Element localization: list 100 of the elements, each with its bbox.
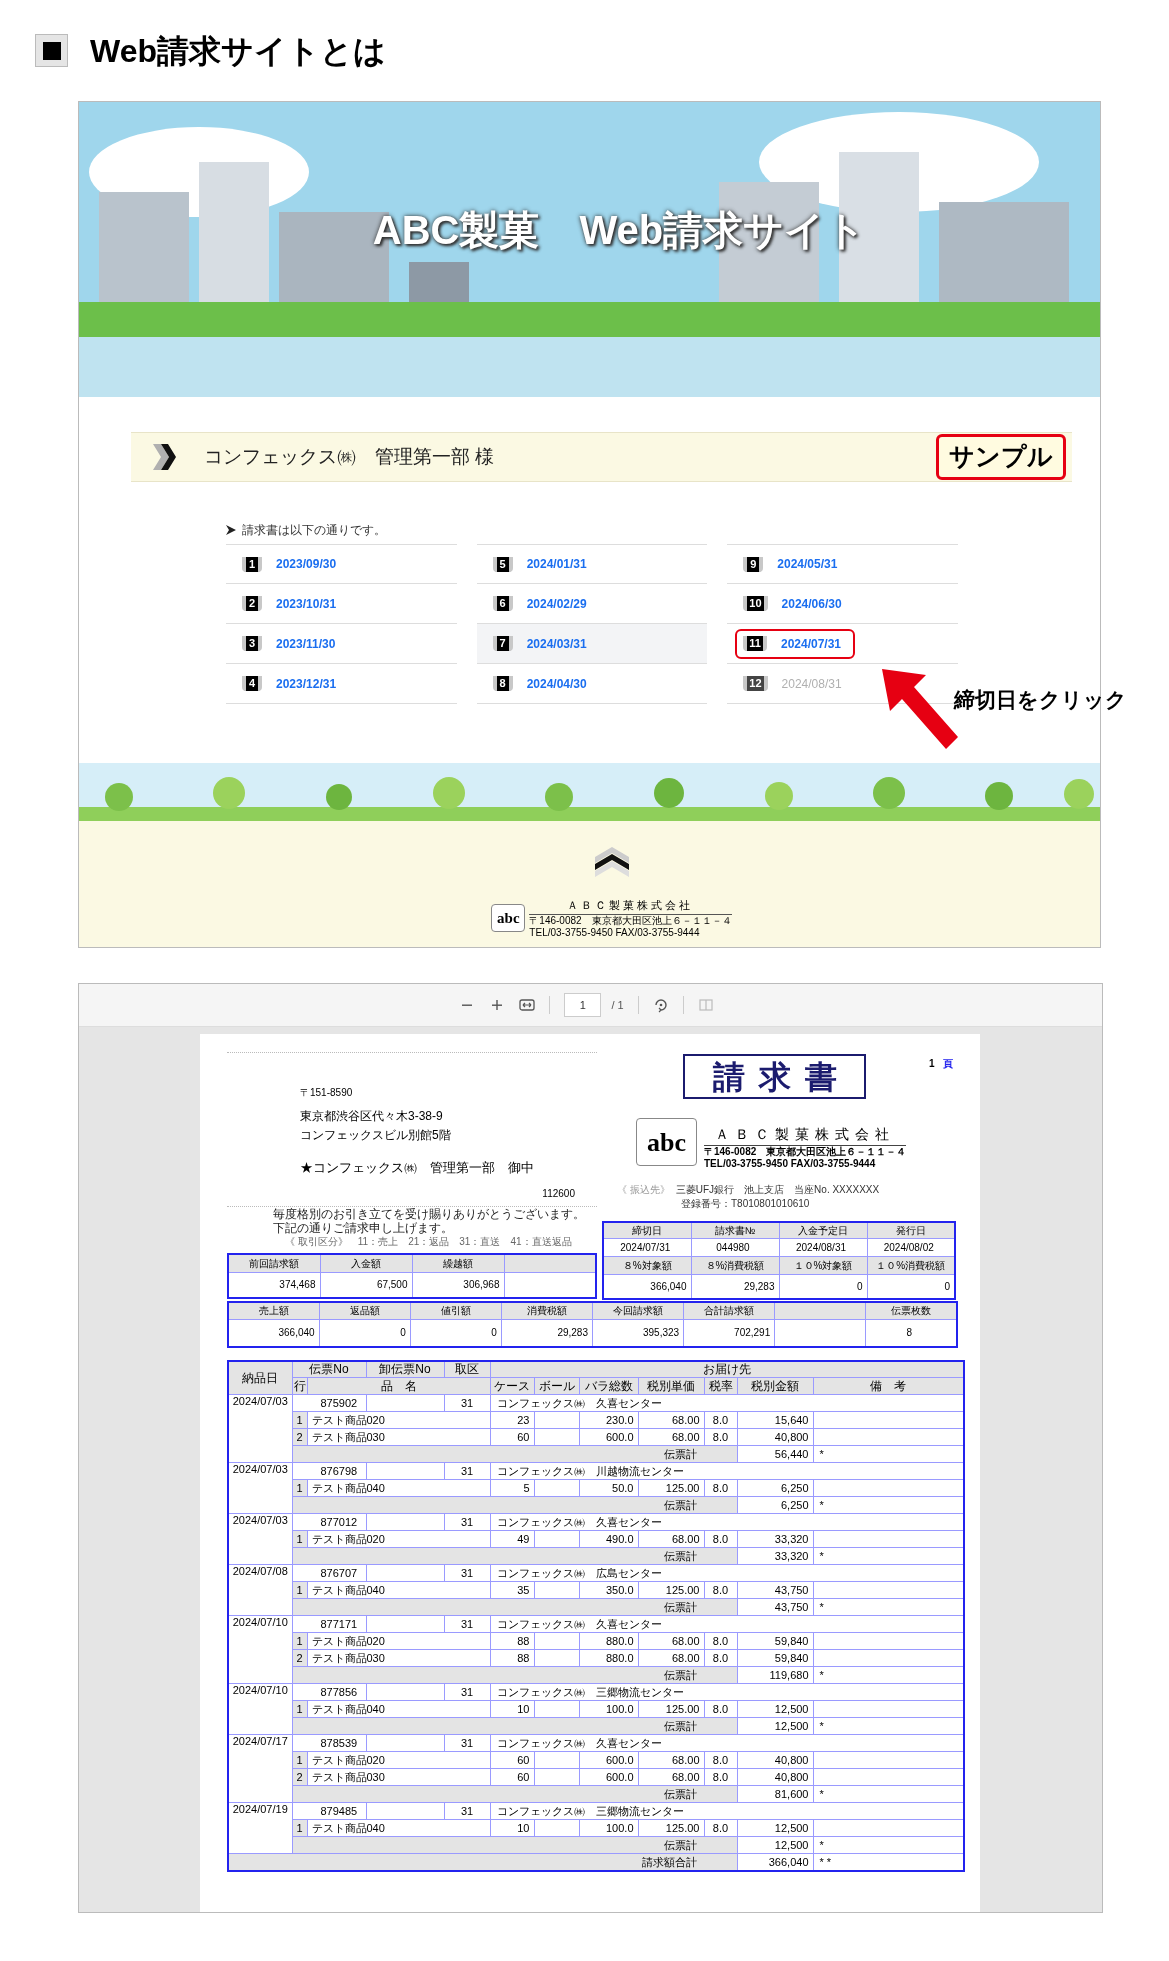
column-header: 前回請求額	[228, 1254, 320, 1272]
column-header: 請求書№	[691, 1222, 779, 1239]
table-cell: 2024/07/03	[228, 1394, 292, 1463]
invoice-date-link[interactable]: 2024/04/30	[526, 674, 587, 693]
table-cell: 12,500	[737, 1836, 813, 1854]
table-cell: テスト商品030	[307, 1649, 490, 1667]
column-header: 取区	[444, 1360, 490, 1378]
table-cell: 877012	[292, 1513, 366, 1531]
table-cell: 2024/07/03	[228, 1513, 292, 1565]
chevron-up-icon[interactable]	[594, 847, 629, 877]
invoice-date-link[interactable]: 2023/10/31	[276, 594, 337, 613]
column-header: 納品日	[228, 1360, 292, 1395]
table-cell: 33,320	[737, 1530, 813, 1548]
table-cell: 68.00	[638, 1768, 704, 1786]
address-line: 東京都渋谷区代々木3-38-9	[300, 1108, 444, 1124]
annotation-text: 締切日をクリック	[954, 687, 1127, 713]
column-header: 返品額	[319, 1301, 411, 1320]
table-cell: 88	[490, 1632, 534, 1650]
table-cell: 2024/07/03	[228, 1462, 292, 1514]
table-cell: 5	[490, 1479, 534, 1497]
chevron-icon	[151, 442, 179, 472]
table-cell: 60	[490, 1428, 534, 1446]
table-cell: 8.0	[704, 1751, 737, 1769]
invoice-date-link[interactable]: 2024/01/31	[526, 555, 587, 573]
recipient-name: ★コンフェックス㈱ 管理第一部 御中	[300, 1159, 535, 1176]
table-cell: 876707	[292, 1564, 366, 1582]
table-cell: 15,640	[737, 1411, 813, 1429]
table-cell: 40,800	[737, 1751, 813, 1769]
invoice-date-link[interactable]: 2024/06/30	[781, 594, 842, 613]
table-cell: 31	[444, 1394, 490, 1412]
table-cell: 68.00	[638, 1649, 704, 1667]
square-icon	[35, 34, 68, 67]
company-logo: abc	[636, 1118, 697, 1166]
table-cell: 2024/07/10	[228, 1615, 292, 1684]
table-cell: 875902	[292, 1394, 366, 1412]
table-cell: テスト商品040	[307, 1581, 490, 1599]
number-badge: 9	[743, 556, 764, 572]
number-badge: 10	[743, 596, 768, 611]
table-cell: 125.00	[638, 1479, 704, 1497]
intro-text: 請求書は以下の通りです。	[242, 522, 386, 539]
table-cell: 044980	[691, 1238, 779, 1257]
invoice-title: 請求書	[683, 1054, 866, 1099]
column-header: 売上額	[228, 1301, 320, 1320]
table-cell: 88	[490, 1649, 534, 1667]
table-cell: 350.0	[579, 1581, 638, 1599]
table-cell: 40,800	[737, 1768, 813, 1786]
table-cell: 600.0	[579, 1768, 638, 1786]
table-cell: 6,250	[737, 1479, 813, 1497]
table-cell: 8.0	[704, 1428, 737, 1446]
column-header: 今回請求額	[592, 1301, 684, 1320]
table-cell: 59,840	[737, 1632, 813, 1650]
invoice-date-link[interactable]: 2024/02/29	[526, 594, 587, 613]
invoice-date-link[interactable]: 2023/09/30	[276, 555, 337, 573]
invoice-date-link[interactable]: 2024/07/31	[780, 634, 842, 653]
column-header: 発行日	[867, 1222, 955, 1239]
table-cell: 8.0	[704, 1768, 737, 1786]
table-cell: テスト商品030	[307, 1428, 490, 1446]
table-cell: 877171	[292, 1615, 366, 1633]
invoice-date-link[interactable]: 2024/03/31	[526, 634, 587, 653]
bank-account: 三菱UFJ銀行 池上支店 当座No. XXXXXXX	[675, 1183, 880, 1196]
table-cell: テスト商品020	[307, 1530, 490, 1548]
customer-name: コンフェックス㈱ 管理第一部 様	[204, 444, 495, 469]
invoice-date-link[interactable]: 2023/11/30	[276, 634, 336, 653]
column-header: 伝票No	[292, 1360, 366, 1378]
page-total: / 1	[611, 997, 624, 1013]
sample-badge: サンプル	[936, 434, 1066, 480]
table-cell: 2024/07/19	[228, 1802, 292, 1854]
table-cell: 8.0	[704, 1479, 737, 1497]
table-cell: 60	[490, 1751, 534, 1769]
fit-width-icon[interactable]	[519, 997, 536, 1013]
table-cell: 125.00	[638, 1700, 704, 1718]
table-cell: 8.0	[704, 1819, 737, 1837]
table-cell: 33,320	[737, 1547, 813, 1565]
column-header: 値引額	[410, 1301, 502, 1320]
number-badge: 8	[492, 676, 513, 691]
invoice-date-link[interactable]: 2024/05/31	[777, 555, 838, 573]
registration-number: 登録番号：T8010801010610	[681, 1197, 811, 1210]
page-unit: 頁	[943, 1057, 953, 1071]
table-cell: 10	[490, 1819, 534, 1837]
greeting-text: 下記の通りご請求申し上げます。	[273, 1221, 454, 1235]
table-cell: 8.0	[704, 1649, 737, 1667]
table-cell: 2024/07/08	[228, 1564, 292, 1616]
table-cell: 119,680	[737, 1666, 813, 1684]
table-cell: 31	[444, 1734, 490, 1752]
table-cell: 49	[490, 1530, 534, 1548]
number-badge: 11	[743, 636, 767, 651]
table-cell: テスト商品020	[307, 1632, 490, 1650]
table-cell: 490.0	[579, 1530, 638, 1548]
table-cell: 100.0	[579, 1700, 638, 1718]
table-cell: 8.0	[704, 1632, 737, 1650]
company-name: ＡＢＣ製菓株式会社	[529, 897, 732, 915]
page-input[interactable]: 1	[564, 993, 602, 1017]
arrow-icon	[226, 525, 236, 535]
table-cell: 23	[490, 1411, 534, 1429]
company-contact: TEL/03-3755-9450 FAX/03-3755-9444	[529, 926, 701, 939]
invoice-date-link[interactable]: 2023/12/31	[276, 674, 337, 693]
table-cell: テスト商品040	[307, 1819, 490, 1837]
rotate-icon[interactable]	[652, 997, 669, 1013]
table-cell: テスト商品040	[307, 1700, 490, 1718]
table-cell: 31	[444, 1802, 490, 1820]
